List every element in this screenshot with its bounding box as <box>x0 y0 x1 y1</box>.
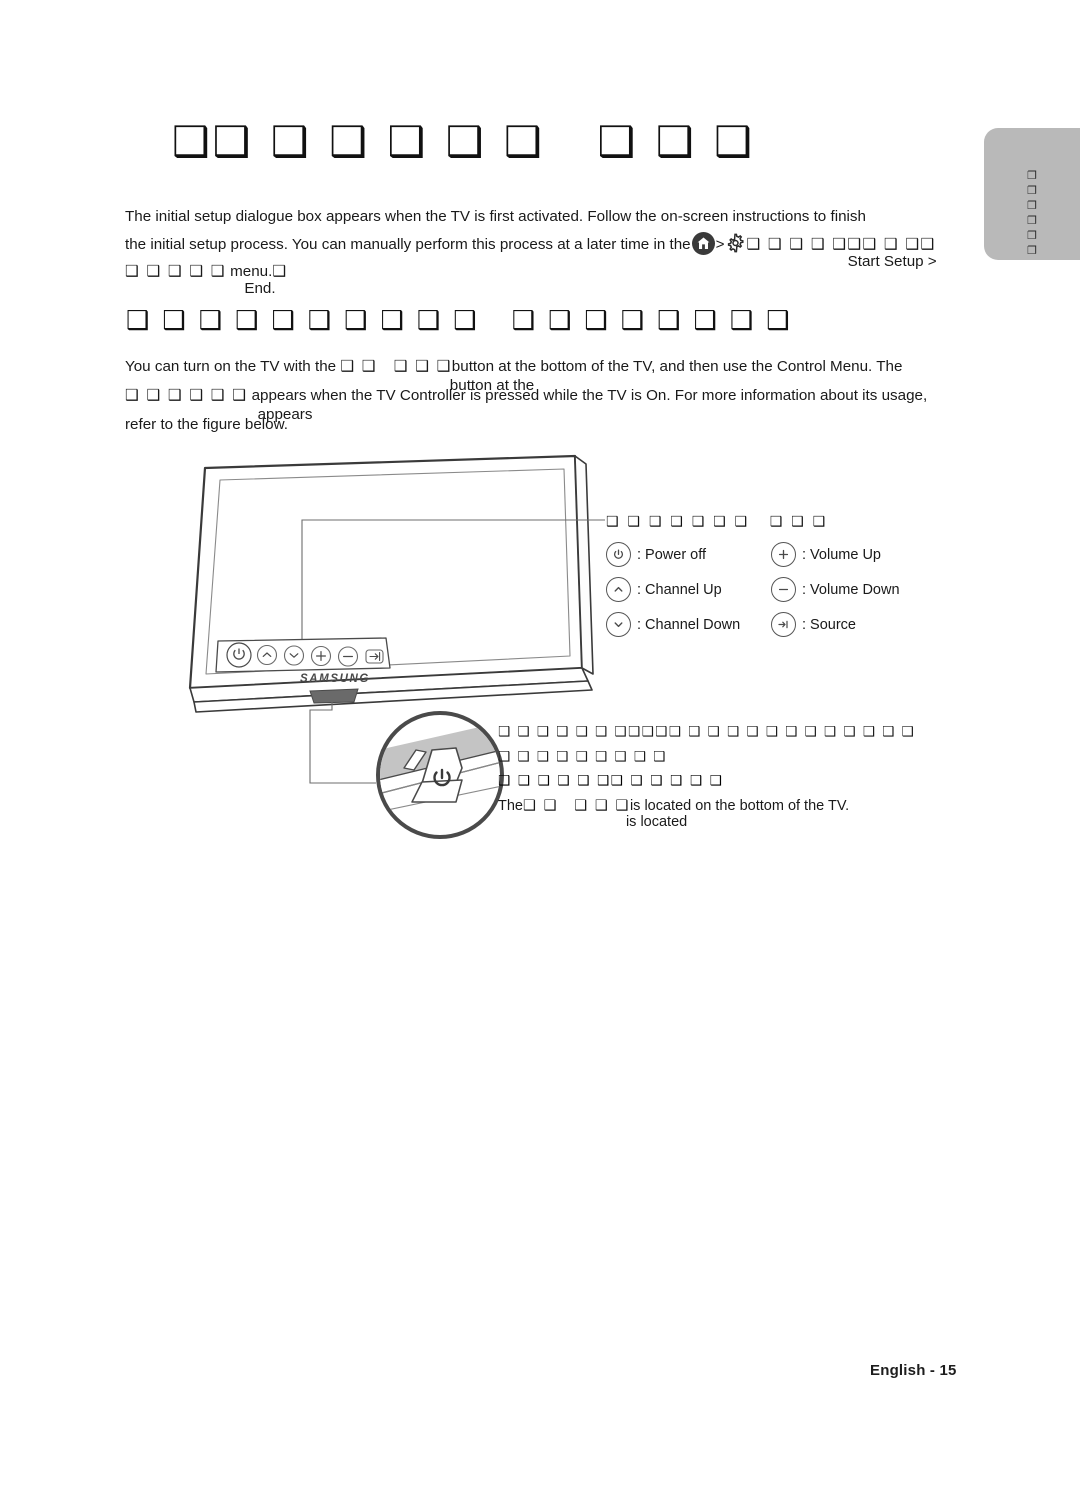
intro-paragraph: The initial setup dialogue box appears w… <box>125 204 937 297</box>
chevron-down-icon <box>606 612 631 637</box>
legend-grid: : Power off : Volume Up : Channel Up : V… <box>606 542 966 637</box>
control-menu-legend: ❑ ❑ ❑ ❑ ❑ ❑ ❑ ❑ ❑ ❑ : Power off : Volume… <box>606 514 966 637</box>
section-tab-glyph: ❐ <box>1027 199 1037 212</box>
chevron-up-icon <box>606 577 631 602</box>
intro-line-2: the initial setup process. You can manua… <box>125 231 937 270</box>
body-line-1-text: You can turn on the TV with the <box>125 358 337 375</box>
legend-title: ❑ ❑ ❑ ❑ ❑ ❑ ❑ ❑ ❑ ❑ <box>606 514 828 530</box>
tv-controller-detail-callout <box>376 711 504 839</box>
intro-line-1: The initial setup dialogue box appears w… <box>125 208 866 225</box>
caption-line-4-tofu-a: ❑ ❑ <box>523 797 559 814</box>
samsung-brand-logo: SAMSUNG <box>300 673 370 685</box>
section-tab-glyph: ❐ <box>1027 184 1037 197</box>
caption-line-4-tofu-b: ❑ ❑ ❑ <box>574 797 630 814</box>
power-icon <box>606 542 631 567</box>
intro-line-3-tofu: ❑ ❑ ❑ ❑ ❑ <box>125 262 226 280</box>
legend-label: : Channel Up <box>637 581 722 598</box>
source-icon <box>771 612 796 637</box>
section-tab-glyph: ❐ <box>1027 169 1037 182</box>
figure-caption: ❑ ❑ ❑ ❑ ❑ ❑ ❑❑❑❑❑ ❑ ❑ ❑ ❑ ❑ ❑ ❑ ❑ ❑ ❑ ❑ … <box>498 720 916 830</box>
section-tab-glyph: ❐ <box>1027 244 1037 257</box>
page-footer: English - 15 <box>870 1362 957 1379</box>
body-line-2-tofu: ❑ ❑ ❑ ❑ ❑ ❑ <box>125 386 248 404</box>
legend-label: : Volume Up <box>802 546 881 563</box>
legend-item-channel-down: : Channel Down <box>606 612 771 637</box>
section-tab-glyph: ❐ <box>1027 214 1037 227</box>
caption-line-1: ❑ ❑ ❑ ❑ ❑ ❑ ❑❑❑❑❑ ❑ ❑ ❑ ❑ ❑ ❑ ❑ ❑ ❑ ❑ ❑ … <box>498 724 916 740</box>
intro-line-3: ❑ ❑ ❑ ❑ ❑ menu. End. ❑ <box>125 262 288 297</box>
page-title: ❑❑ ❑ ❑ ❑ ❑ ❑ ❑ ❑ ❑ <box>172 117 755 166</box>
body-paragraph: You can turn on the TV with the ❑ ❑ ❑ ❑ … <box>125 352 955 439</box>
body-line-3: refer to the figure below. <box>125 416 288 433</box>
gear-icon <box>725 233 745 253</box>
body-line-1: You can turn on the TV with the ❑ ❑ ❑ ❑ … <box>125 357 903 394</box>
legend-label: : Power off <box>637 546 707 563</box>
body-line-1-tofu-b: ❑ ❑ ❑ <box>393 357 452 375</box>
caption-line-3: ❑ ❑ ❑ ❑ ❑ ❑❑ ❑ ❑ ❑ ❑ ❑ <box>498 773 724 789</box>
sub-heading: ❑ ❑ ❑ ❑ ❑ ❑ ❑ ❑ ❑ ❑ ❑ ❑ ❑ ❑ ❑ ❑ ❑ ❑ <box>126 306 792 336</box>
caption-line-2: ❑ ❑ ❑ ❑ ❑ ❑ ❑ ❑ ❑ <box>498 748 667 765</box>
legend-item-volume-up: : Volume Up <box>771 542 936 567</box>
body-line-1-tofu-a: ❑ ❑ <box>340 357 377 375</box>
legend-item-volume-down: : Volume Down <box>771 577 936 602</box>
caption-line-4: The❑ ❑ ❑ ❑ ❑ is located is located on the … <box>498 797 850 830</box>
body-line-2: ❑ ❑ ❑ ❑ ❑ ❑ appears appears when the TV C… <box>125 386 928 423</box>
home-icon <box>691 231 715 255</box>
caption-line-4-text: The <box>498 797 523 814</box>
intro-separator: > <box>715 235 725 253</box>
intro-line-2-text: the initial setup process. You can manua… <box>125 235 691 253</box>
section-tab[interactable]: ❐ ❐ ❐ ❐ ❐ ❐ <box>984 128 1080 260</box>
legend-label: : Source <box>802 616 856 633</box>
section-tab-glyph: ❐ <box>1027 229 1037 242</box>
legend-item-channel-up: : Channel Up <box>606 577 771 602</box>
legend-item-source: : Source <box>771 612 936 637</box>
legend-label: : Volume Down <box>802 581 900 598</box>
legend-item-power-off: : Power off <box>606 542 771 567</box>
body-line-2-tail: appears when the TV Controller is presse… <box>251 387 928 404</box>
minus-icon <box>771 577 796 602</box>
legend-label: : Channel Down <box>637 616 741 633</box>
plus-icon <box>771 542 796 567</box>
